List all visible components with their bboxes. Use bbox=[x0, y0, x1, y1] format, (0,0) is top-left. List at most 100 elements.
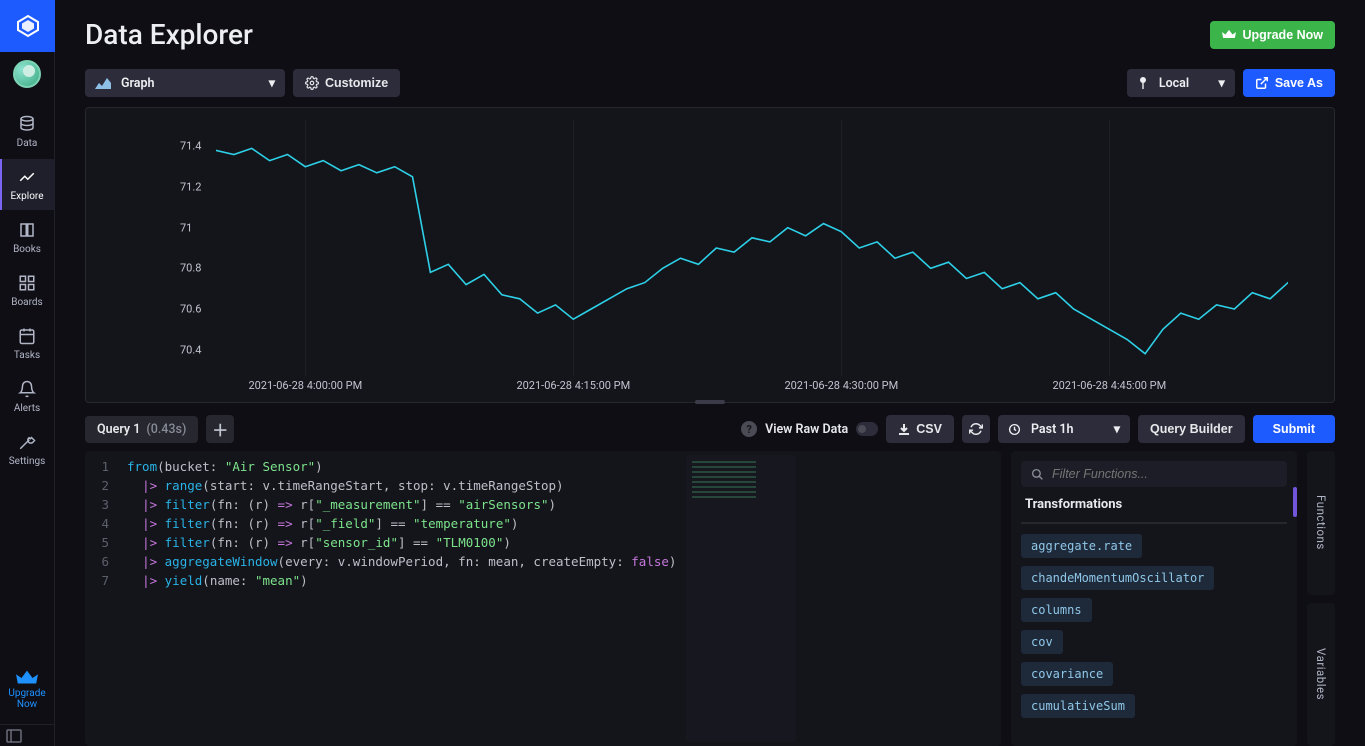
crown-icon bbox=[1222, 29, 1236, 40]
x-tick-label: 2021-06-28 4:45:00 PM bbox=[1052, 379, 1166, 392]
wrench-icon bbox=[17, 432, 37, 452]
upgrade-label: Upgrade Now bbox=[2, 688, 52, 710]
csv-label: CSV bbox=[916, 422, 942, 436]
graph-icon bbox=[95, 77, 111, 89]
upgrade-sidebar-button[interactable]: Upgrade Now bbox=[0, 664, 54, 716]
refresh-icon bbox=[969, 422, 983, 436]
time-range-select[interactable]: Past 1h ▾ bbox=[998, 415, 1130, 443]
books-icon bbox=[17, 220, 37, 240]
caret-down-icon: ▾ bbox=[269, 75, 275, 91]
function-chip[interactable]: covariance bbox=[1021, 662, 1113, 686]
main-content: Data Explorer Upgrade Now Graph ▾ Custom… bbox=[55, 0, 1365, 746]
function-chip[interactable]: aggregate.rate bbox=[1021, 534, 1142, 558]
boards-icon bbox=[17, 273, 37, 293]
nav-label: Alerts bbox=[14, 403, 40, 414]
y-tick-label: 70.6 bbox=[180, 303, 201, 316]
nav-label: Boards bbox=[11, 297, 42, 308]
expand-sidebar-button[interactable] bbox=[0, 724, 54, 746]
query-tab-label: Query 1 bbox=[97, 422, 140, 437]
y-tick-label: 71 bbox=[180, 221, 192, 234]
upgrade-button[interactable]: Upgrade Now bbox=[1210, 21, 1335, 49]
code-content[interactable]: from(bucket: "Air Sensor") |> range(star… bbox=[117, 451, 686, 746]
x-tick-label: 2021-06-28 4:30:00 PM bbox=[784, 379, 898, 392]
code-editor[interactable]: 1234567 from(bucket: "Air Sensor") |> ra… bbox=[85, 451, 1001, 746]
nav-alerts[interactable]: Alerts bbox=[0, 371, 54, 422]
sidebar: Data Explore Books Boards Tasks Alerts bbox=[0, 0, 55, 746]
plus-icon: ＋ bbox=[212, 417, 228, 441]
gear-icon bbox=[305, 76, 319, 90]
upgrade-label: Upgrade Now bbox=[1242, 28, 1323, 42]
chart-area[interactable]: 71.471.27170.870.670.42021-06-28 4:00:00… bbox=[216, 126, 1288, 370]
functions-list: aggregate.rate chandeMomentumOscillator co… bbox=[1021, 534, 1287, 718]
function-chip[interactable]: chandeMomentumOscillator bbox=[1021, 566, 1214, 590]
crown-icon bbox=[16, 670, 38, 686]
query-tab[interactable]: Query 1 (0.43s) bbox=[85, 416, 198, 443]
tasks-icon bbox=[17, 326, 37, 346]
function-chip[interactable]: columns bbox=[1021, 598, 1092, 622]
customize-label: Customize bbox=[325, 76, 388, 90]
function-chip[interactable]: cumulativeSum bbox=[1021, 694, 1135, 718]
nav-settings[interactable]: Settings bbox=[0, 424, 54, 475]
y-tick-label: 70.8 bbox=[180, 262, 201, 275]
functions-section-header: Transformations bbox=[1021, 487, 1287, 524]
submit-label: Submit bbox=[1273, 422, 1315, 436]
nav-explore[interactable]: Explore bbox=[0, 159, 54, 210]
view-type-label: Graph bbox=[121, 76, 155, 91]
submit-button[interactable]: Submit bbox=[1253, 415, 1335, 443]
nav-data[interactable]: Data bbox=[0, 106, 54, 157]
view-raw-toggle[interactable]: ? View Raw Data bbox=[741, 421, 878, 437]
caret-down-icon: ▾ bbox=[1114, 421, 1120, 437]
nav-label: Tasks bbox=[14, 350, 40, 361]
view-raw-label: View Raw Data bbox=[765, 422, 848, 437]
nav-label: Books bbox=[13, 244, 41, 255]
y-tick-label: 70.4 bbox=[180, 343, 201, 356]
clock-icon bbox=[1008, 423, 1021, 436]
code-minimap[interactable] bbox=[686, 455, 796, 742]
external-icon bbox=[1255, 76, 1269, 90]
graph-panel: 71.4 71.2 71 70.8 70.6 70.4 2021-06-28 4:00:00… bbox=[85, 107, 1335, 403]
add-query-button[interactable]: ＋ bbox=[206, 415, 234, 443]
functions-panel: Transformations aggregate.rate chandeMome… bbox=[1011, 451, 1297, 746]
bell-icon bbox=[17, 379, 37, 399]
help-icon: ? bbox=[741, 421, 757, 437]
save-as-label: Save As bbox=[1275, 76, 1323, 90]
app-logo[interactable] bbox=[0, 0, 55, 52]
toggle-knob bbox=[858, 425, 866, 433]
side-tab-variables[interactable]: Variables bbox=[1307, 603, 1335, 746]
nav-books[interactable]: Books bbox=[0, 212, 54, 263]
line-gutter: 1234567 bbox=[85, 451, 117, 746]
user-avatar[interactable] bbox=[13, 60, 41, 88]
query-builder-label: Query Builder bbox=[1150, 422, 1233, 436]
timezone-select[interactable]: Local ▾ bbox=[1127, 69, 1235, 97]
nav-tasks[interactable]: Tasks bbox=[0, 318, 54, 369]
query-duration: (0.43s) bbox=[146, 422, 186, 437]
view-type-select[interactable]: Graph ▾ bbox=[85, 69, 285, 97]
save-as-button[interactable]: Save As bbox=[1243, 69, 1335, 97]
functions-search[interactable] bbox=[1021, 461, 1287, 487]
y-tick-label: 71.4 bbox=[180, 140, 201, 153]
refresh-button[interactable] bbox=[962, 415, 990, 443]
function-chip[interactable]: cov bbox=[1021, 630, 1063, 654]
pin-icon bbox=[1137, 76, 1149, 90]
x-tick-label: 2021-06-28 4:15:00 PM bbox=[516, 379, 630, 392]
database-icon bbox=[17, 114, 37, 134]
side-tab-functions[interactable]: Functions bbox=[1307, 451, 1335, 595]
nav-label: Data bbox=[17, 138, 38, 149]
search-icon bbox=[1031, 468, 1044, 481]
timezone-label: Local bbox=[1159, 76, 1189, 91]
nav-boards[interactable]: Boards bbox=[0, 265, 54, 316]
customize-button[interactable]: Customize bbox=[293, 69, 400, 97]
nav-label: Explore bbox=[11, 191, 44, 202]
time-range-label: Past 1h bbox=[1031, 422, 1074, 437]
query-builder-button[interactable]: Query Builder bbox=[1138, 415, 1245, 443]
functions-search-input[interactable] bbox=[1052, 467, 1277, 481]
y-tick-label: 71.2 bbox=[180, 181, 201, 194]
page-title: Data Explorer bbox=[85, 18, 253, 51]
explore-icon bbox=[17, 167, 37, 187]
caret-down-icon: ▾ bbox=[1219, 75, 1225, 91]
csv-button[interactable]: CSV bbox=[886, 415, 954, 443]
nav-label: Settings bbox=[9, 456, 46, 467]
download-icon bbox=[898, 423, 910, 436]
x-tick-label: 2021-06-28 4:00:00 PM bbox=[248, 379, 362, 392]
resize-handle[interactable] bbox=[695, 400, 725, 404]
